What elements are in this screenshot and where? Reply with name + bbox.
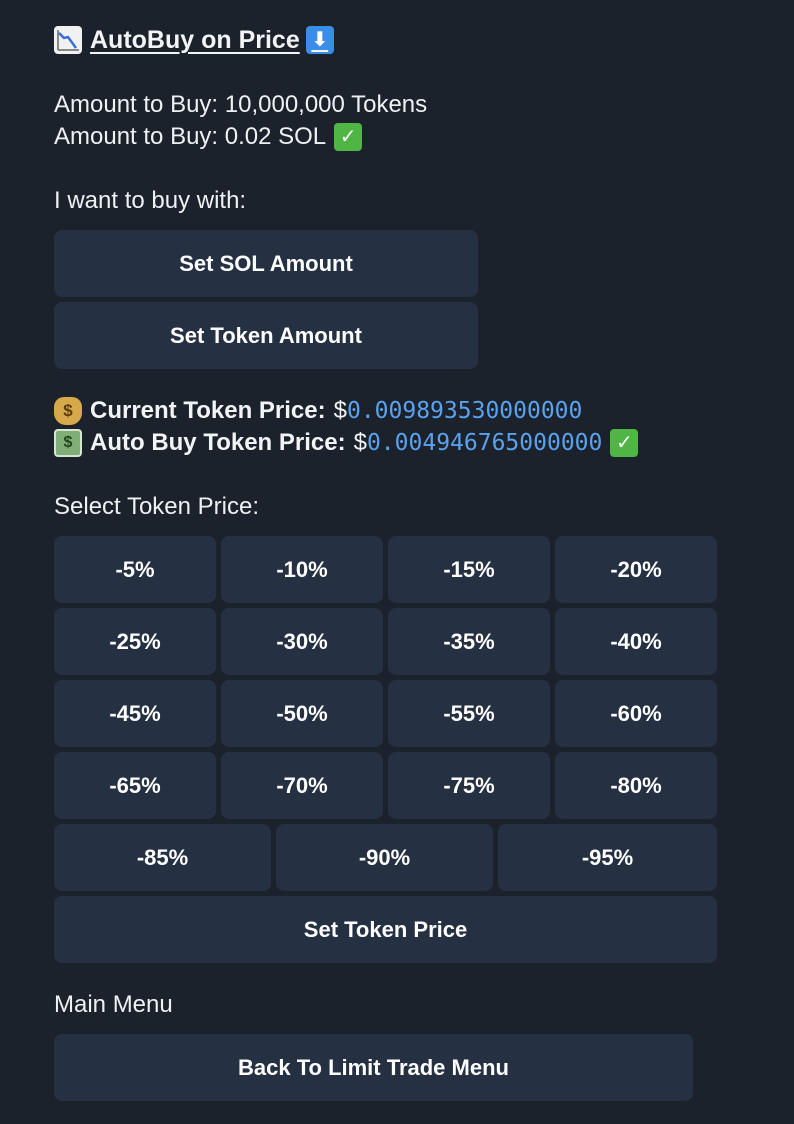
current-price-currency: $ xyxy=(333,397,347,424)
select-price-label: Select Token Price: xyxy=(54,493,259,520)
auto-buy-price-currency: $ xyxy=(353,429,367,456)
auto-buy-price-line: $ Auto Buy Token Price: $ 0.004946765000… xyxy=(54,427,639,459)
price-option-60[interactable]: -60% xyxy=(555,680,717,747)
price-option-75[interactable]: -75% xyxy=(388,752,550,819)
buy-with-label: I want to buy with: xyxy=(54,187,247,214)
current-price-line: $ Current Token Price: $ 0.0098935300000… xyxy=(54,395,582,427)
title-text: AutoBuy on Price xyxy=(90,26,300,54)
price-option-50[interactable]: -50% xyxy=(221,680,383,747)
set-sol-amount-button[interactable]: Set SOL Amount xyxy=(54,230,478,297)
price-option-5[interactable]: -5% xyxy=(54,536,216,603)
price-option-80[interactable]: -80% xyxy=(555,752,717,819)
price-option-10[interactable]: -10% xyxy=(221,536,383,603)
money-bag-icon: $ xyxy=(54,397,82,425)
price-option-20[interactable]: -20% xyxy=(555,536,717,603)
price-option-65[interactable]: -65% xyxy=(54,752,216,819)
price-option-70[interactable]: -70% xyxy=(221,752,383,819)
price-option-95[interactable]: -95% xyxy=(498,824,717,891)
dollar-banknote-icon: $ xyxy=(54,429,82,457)
down-arrow-icon: ⬇ xyxy=(305,26,334,54)
sol-amount-line-wrapper: Amount to Buy: 0.02 SOL ✓ xyxy=(54,121,363,153)
price-option-40[interactable]: -40% xyxy=(555,608,717,675)
price-option-25[interactable]: -25% xyxy=(54,608,216,675)
price-option-55[interactable]: -55% xyxy=(388,680,550,747)
set-token-amount-button[interactable]: Set Token Amount xyxy=(54,302,478,369)
price-option-30[interactable]: -30% xyxy=(221,608,383,675)
price-option-35[interactable]: -35% xyxy=(388,608,550,675)
check-mark-icon: ✓ xyxy=(334,123,363,151)
main-menu-label: Main Menu xyxy=(54,991,173,1018)
current-price-label: Current Token Price: xyxy=(90,397,326,424)
set-token-price-button[interactable]: Set Token Price xyxy=(54,896,717,963)
auto-buy-price-label: Auto Buy Token Price: xyxy=(90,429,346,456)
current-price-value[interactable]: 0.009893530000000 xyxy=(347,395,582,427)
chart-decreasing-icon xyxy=(54,26,82,54)
price-option-85[interactable]: -85% xyxy=(54,824,271,891)
sol-amount-line: Amount to Buy: 0.02 SOL xyxy=(54,123,327,150)
price-option-45[interactable]: -45% xyxy=(54,680,216,747)
auto-buy-price-value[interactable]: 0.004946765000000 xyxy=(367,427,602,459)
price-option-15[interactable]: -15% xyxy=(388,536,550,603)
price-option-90[interactable]: -90% xyxy=(276,824,493,891)
check-mark-icon: ✓ xyxy=(610,429,639,457)
back-to-limit-trade-menu-button[interactable]: Back To Limit Trade Menu xyxy=(54,1034,693,1101)
page-title: AutoBuy on Price ⬇ xyxy=(54,24,334,56)
token-amount-line: Amount to Buy: 10,000,000 Tokens xyxy=(54,91,428,118)
